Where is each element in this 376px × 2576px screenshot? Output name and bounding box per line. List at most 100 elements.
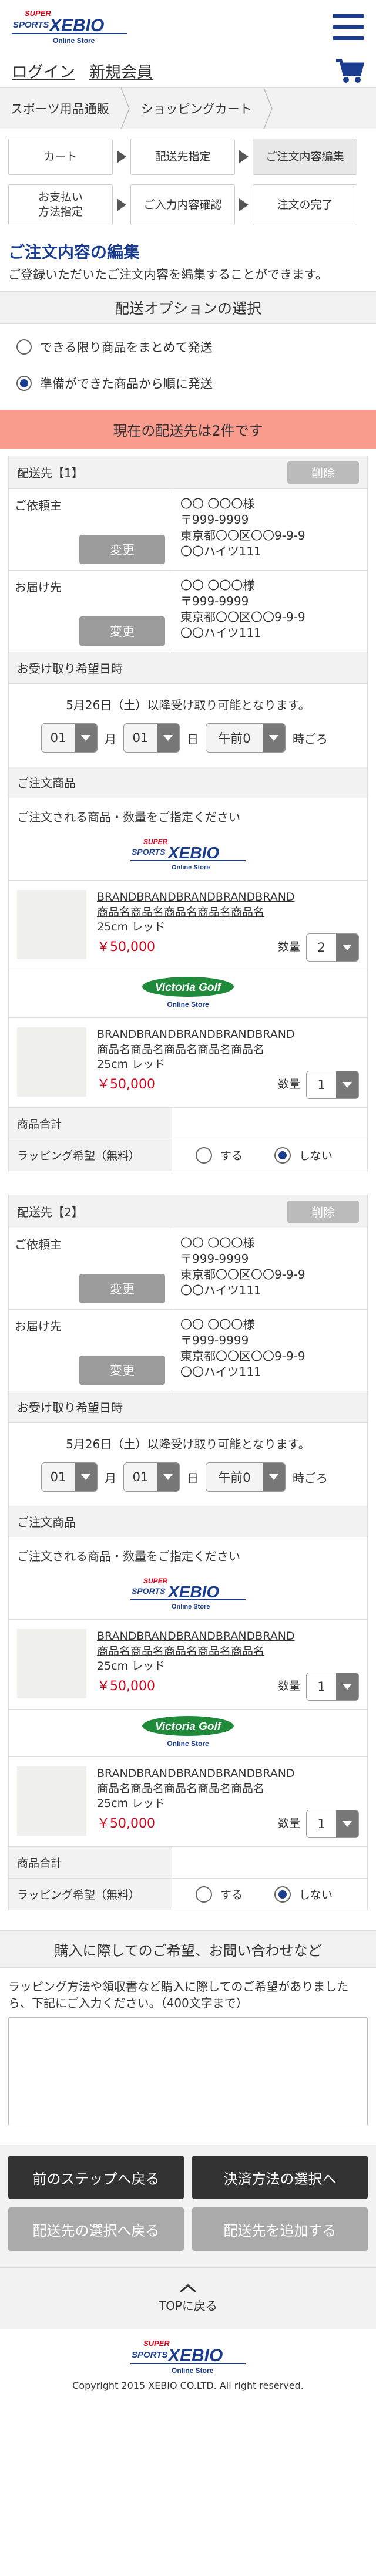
product-brand-link[interactable]: BRANDBRANDBRANDBRANDBRAND: [97, 890, 359, 905]
back-to-delivery-button[interactable]: 配送先の選択へ戻る: [8, 2207, 184, 2251]
month-select-value: 01: [50, 731, 66, 745]
wrapping-yes-label: する: [220, 1149, 243, 1162]
wrapping-yes-radio[interactable]: [196, 1886, 212, 1903]
victoria-logo-sub: Online Store: [167, 1739, 209, 1748]
day-unit: 日: [187, 731, 199, 746]
page-title: ご注文内容の編集: [8, 242, 140, 262]
chevron-down-icon: [336, 934, 358, 961]
delivery-date-selector: 01 月 01 日 午前0 時ごろ: [9, 1452, 367, 1506]
xebio-store-logo: SUPER SPORTS XEBIO Online Store: [130, 1577, 246, 1610]
order-item: BRANDBRANDBRANDBRANDBRAND 商品名商品名商品名商品名商品…: [9, 880, 367, 970]
wrapping-no-option[interactable]: しない: [274, 1147, 333, 1164]
recipient-address: 〇〇 〇〇〇様 〒999-9999 東京都〇〇区〇〇9-9-9 〇〇ハイツ111: [172, 571, 367, 652]
quantity-select-group: 数量 1: [278, 1071, 359, 1099]
wrapping-yes-option[interactable]: する: [196, 1886, 243, 1903]
delivery-option-together[interactable]: できる限り商品をまとめて発送: [0, 329, 376, 365]
wrapping-yes-option[interactable]: する: [196, 1147, 243, 1164]
quantity-select[interactable]: 1: [306, 1673, 359, 1701]
product-name-link[interactable]: 商品名商品名商品名商品名商品名: [97, 1782, 359, 1797]
delete-shipment-button[interactable]: 削除: [287, 1200, 359, 1223]
delete-shipment-button[interactable]: 削除: [287, 461, 359, 484]
victoria-logo-text: Victoria Golf: [155, 982, 222, 994]
quantity-select[interactable]: 1: [306, 1810, 359, 1838]
recipient-address: 〇〇 〇〇〇様 〒999-9999 東京都〇〇区〇〇9-9-9 〇〇ハイツ111: [172, 1310, 367, 1391]
action-buttons: 前のステップへ戻る 決済方法の選択へ 配送先の選択へ戻る 配送先を追加する: [0, 2145, 376, 2267]
radio-ready[interactable]: [16, 376, 32, 391]
wrapping-no-radio[interactable]: [274, 1147, 291, 1164]
prev-step-button[interactable]: 前のステップへ戻る: [8, 2156, 184, 2199]
change-requester-button[interactable]: 変更: [79, 1274, 165, 1303]
inquiry-textarea[interactable]: [8, 2017, 368, 2126]
day-select[interactable]: 01: [123, 1462, 180, 1492]
day-select[interactable]: 01: [123, 723, 180, 753]
change-recipient-button[interactable]: 変更: [79, 1356, 165, 1385]
subtotal-label: 商品合計: [9, 1847, 172, 1878]
product-name-link[interactable]: 商品名商品名商品名商品名商品名: [97, 905, 359, 921]
chevron-down-icon: [75, 724, 97, 752]
wrapping-no-option[interactable]: しない: [274, 1886, 333, 1903]
ordered-products-heading: ご注文商品: [9, 1506, 367, 1537]
checkout-steps: カート 配送先指定 ご注文内容編集 お支払い 方法指定 ご入力内容確認 注文の完了: [0, 129, 376, 225]
quantity-select[interactable]: 2: [306, 933, 359, 962]
store-logo-super: SUPER: [143, 1577, 168, 1585]
change-recipient-button[interactable]: 変更: [79, 616, 165, 646]
step-confirm: ご入力内容確認: [130, 184, 235, 225]
wrapping-row: ラッピング希望（無料） する しない: [9, 1139, 367, 1171]
month-select[interactable]: 01: [41, 1462, 98, 1492]
payment-method-button[interactable]: 決済方法の選択へ: [192, 2156, 368, 2199]
wrapping-no-radio[interactable]: [274, 1886, 291, 1903]
step-delivery: 配送先指定: [130, 139, 235, 175]
back-to-top-link[interactable]: TOPに戻る: [0, 2267, 376, 2329]
xebio-store-header: SUPER SPORTS XEBIO Online Store: [9, 831, 367, 880]
month-select[interactable]: 01: [41, 723, 98, 753]
shipment-block: 配送先【1】 削除 ご依頼主 変更 〇〇 〇〇〇様 〒999-9999 東京都〇…: [8, 456, 368, 1171]
subtotal-row: 商品合計: [9, 1107, 367, 1139]
radio-together[interactable]: [16, 339, 32, 355]
signup-link[interactable]: 新規会員: [89, 59, 153, 82]
login-link[interactable]: ログイン: [12, 59, 75, 82]
product-name-link[interactable]: 商品名商品名商品名商品名商品名: [97, 1043, 359, 1058]
chevron-down-icon: [336, 1810, 358, 1837]
breadcrumb: スポーツ用品通販 ショッピングカート: [0, 87, 376, 129]
quantity-select[interactable]: 1: [306, 1071, 359, 1099]
step-arrow-icon: [235, 150, 253, 163]
time-select-value: 午前0: [218, 731, 251, 746]
chevron-up-icon: [180, 2284, 196, 2293]
change-requester-button[interactable]: 変更: [79, 535, 165, 564]
logo-online: Online Store: [53, 36, 95, 45]
step-payment: お支払い 方法指定: [8, 184, 113, 225]
time-unit: 時ごろ: [293, 731, 328, 746]
product-image[interactable]: [17, 1027, 86, 1097]
add-delivery-button[interactable]: 配送先を追加する: [192, 2207, 368, 2251]
product-brand-link[interactable]: BRANDBRANDBRANDBRANDBRAND: [97, 1027, 359, 1043]
product-name-link[interactable]: 商品名商品名商品名商品名商品名: [97, 1644, 359, 1660]
breadcrumb-item-store[interactable]: スポーツ用品通販: [0, 88, 120, 129]
breadcrumb-item-cart[interactable]: ショッピングカート: [130, 88, 263, 129]
xebio-store-header: SUPER SPORTS XEBIO Online Store: [9, 1570, 367, 1619]
logo-sports: SPORTS: [13, 20, 49, 30]
product-image[interactable]: [17, 1629, 86, 1698]
chevron-down-icon: [75, 1463, 97, 1491]
site-logo[interactable]: SUPER SPORTS XEBIO Online Store: [12, 8, 127, 46]
shopping-cart-icon[interactable]: [335, 58, 364, 84]
product-brand-link[interactable]: BRANDBRANDBRANDBRANDBRAND: [97, 1629, 359, 1644]
product-brand-link[interactable]: BRANDBRANDBRANDBRANDBRAND: [97, 1766, 359, 1782]
month-select-value: 01: [50, 1470, 66, 1484]
step-arrow-icon: [235, 198, 253, 211]
quantity-select-value: 1: [307, 1071, 336, 1098]
site-footer: SUPER SPORTS XEBIO Online Store Copyrigh…: [0, 2329, 376, 2399]
time-select[interactable]: 午前0: [206, 723, 286, 753]
product-image[interactable]: [17, 1766, 86, 1836]
chevron-down-icon: [157, 724, 179, 752]
delivery-option-ready[interactable]: 準備ができた商品から順に発送: [0, 365, 376, 402]
time-select[interactable]: 午前0: [206, 1462, 286, 1492]
requester-name: 〇〇 〇〇〇様: [180, 1236, 255, 1250]
chevron-down-icon: [263, 1463, 285, 1491]
step-order-edit: ご注文内容編集: [253, 139, 357, 175]
product-image[interactable]: [17, 890, 86, 959]
wrapping-yes-radio[interactable]: [196, 1147, 212, 1164]
recipient-addr1: 東京都〇〇区〇〇9-9-9: [180, 1349, 306, 1363]
order-item: BRANDBRANDBRANDBRANDBRAND 商品名商品名商品名商品名商品…: [9, 1756, 367, 1846]
hamburger-menu-icon[interactable]: [333, 14, 364, 40]
requester-addr2: 〇〇ハイツ111: [180, 1283, 261, 1297]
